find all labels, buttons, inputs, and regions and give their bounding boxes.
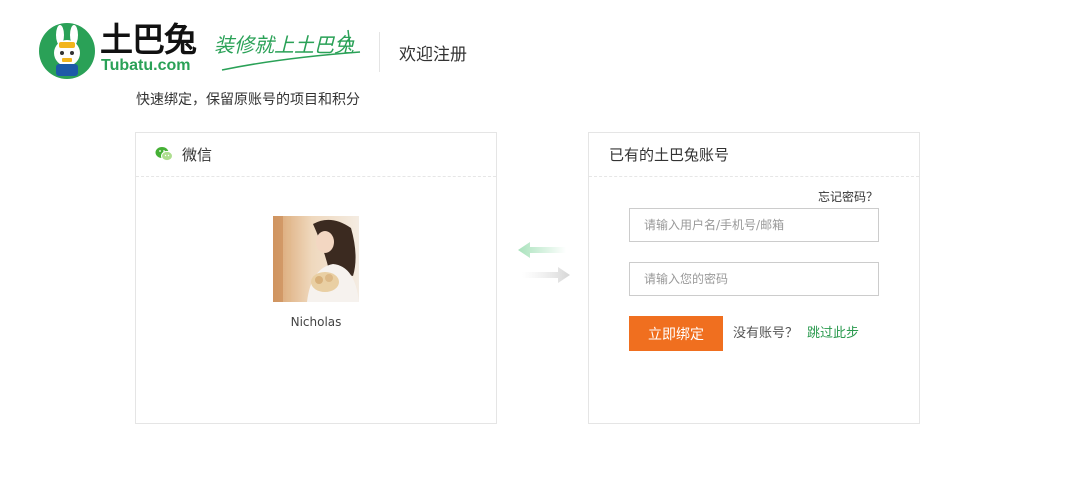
- wechat-panel: 微信 Nicholas: [135, 132, 497, 424]
- skip-step-link[interactable]: 跳过此步: [807, 325, 859, 343]
- wechat-panel-title: 微信: [182, 146, 213, 164]
- avatar: [273, 216, 359, 302]
- tubatu-logo-icon: [39, 23, 95, 79]
- slogan-calligraphy: 装修就上土巴兔: [214, 29, 361, 71]
- username-input[interactable]: [629, 208, 879, 242]
- account-panel-title: 已有的土巴兔账号: [609, 146, 730, 164]
- wechat-nickname: Nicholas: [290, 315, 342, 329]
- svg-text:装修就上土巴兔: 装修就上土巴兔: [214, 33, 355, 57]
- bind-now-button[interactable]: 立即绑定: [629, 316, 723, 351]
- wechat-icon: [155, 147, 173, 162]
- header-divider: [379, 32, 380, 72]
- no-account-text: 没有账号？: [733, 326, 799, 341]
- account-panel: 已有的土巴兔账号 忘记密码？ 立即绑定 没有账号？ 跳过此步: [588, 132, 920, 424]
- password-input[interactable]: [629, 262, 879, 296]
- wechat-panel-header: 微信: [136, 133, 496, 177]
- logo-chinese-text: 土巴兔: [100, 20, 197, 59]
- logo-english-text: Tubatu.com: [101, 57, 191, 74]
- bind-arrows-icon: [518, 242, 570, 283]
- account-panel-header: 已有的土巴兔账号: [589, 133, 919, 177]
- page-subtitle: 快速绑定，保留原账号的项目和积分: [136, 92, 360, 108]
- forgot-password-link[interactable]: 忘记密码？: [818, 188, 878, 205]
- page-title: 欢迎注册: [399, 45, 467, 65]
